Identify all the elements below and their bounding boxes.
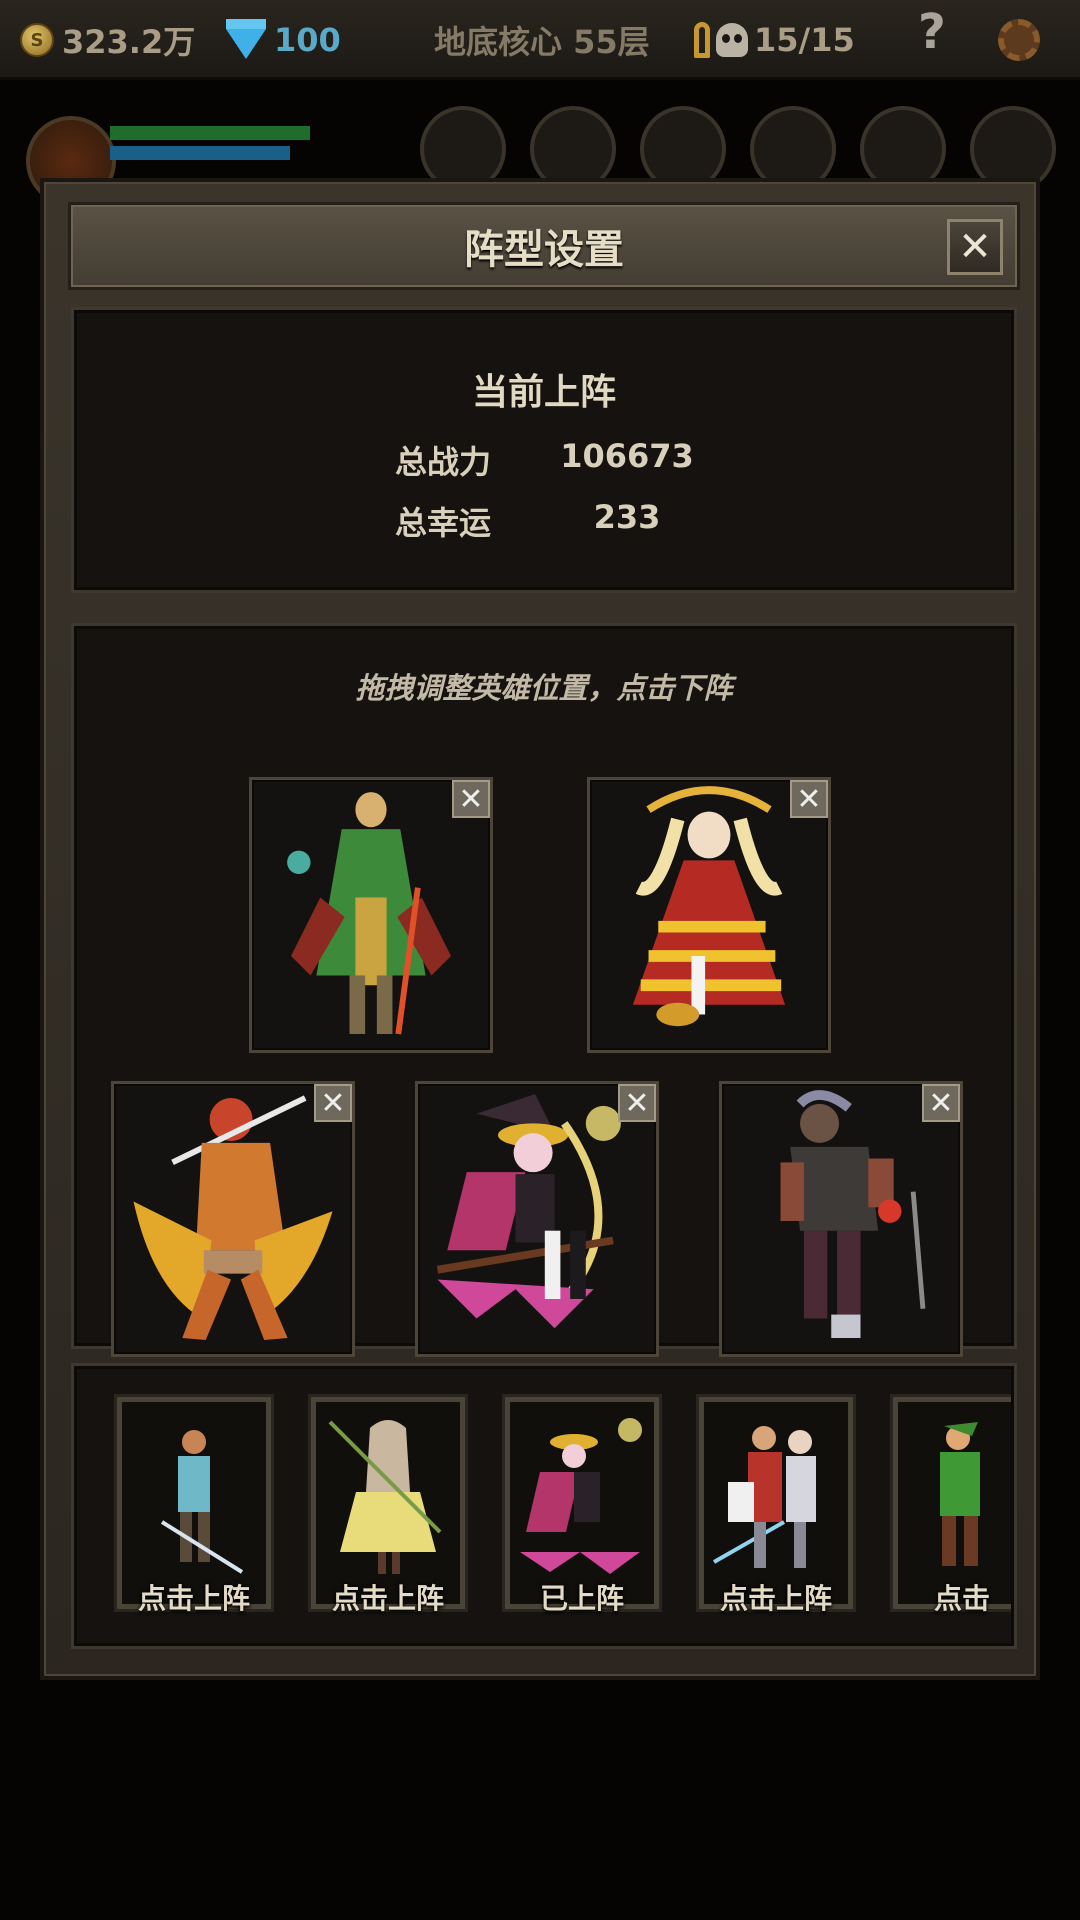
- witch-on-broom-portrait: [520, 1418, 642, 1574]
- keys-counter: 15/15: [694, 18, 855, 62]
- green-robed-swordsman-portrait: [287, 792, 451, 1035]
- roster-label-2[interactable]: 点击上阵: [303, 1577, 473, 1617]
- gem-counter: 100: [226, 18, 341, 62]
- dialog-title: 阵型设置: [464, 227, 624, 273]
- remove-hero-button[interactable]: ✕: [922, 1084, 960, 1122]
- roster-label-5[interactable]: 点击: [877, 1577, 1011, 1617]
- drag-hint: 拖拽调整英雄位置，点击下阵: [355, 671, 733, 705]
- twin-knights-portrait: [713, 1426, 816, 1568]
- formation-slot-3[interactable]: ✕: [111, 1081, 355, 1357]
- remove-hero-button[interactable]: ✕: [790, 780, 828, 818]
- gold-counter: S 323.2万: [20, 18, 195, 62]
- key-icon: [694, 22, 710, 58]
- formation-area: 拖拽调整英雄位置，点击下阵 ✕ ✕ ✕ ✕ ✕: [74, 626, 1014, 1357]
- dark-rogue-portrait: [780, 1090, 926, 1338]
- red-gold-princess-portrait: [632, 786, 786, 1027]
- dungeon-floor-label: 地底核心 55层: [434, 23, 650, 61]
- mp-bar: [110, 146, 290, 160]
- lineup-summary: 当前上阵 总战力 106673 总幸运 233: [74, 310, 1014, 590]
- settings-button[interactable]: [998, 18, 1040, 62]
- green-archer-portrait: [940, 1422, 980, 1566]
- diamond-icon: [226, 19, 266, 59]
- help-button[interactable]: ?: [918, 4, 946, 60]
- blue-swordsman-portrait: [160, 1430, 244, 1574]
- remove-hero-button[interactable]: ✕: [452, 780, 490, 818]
- hp-bar: [110, 126, 310, 140]
- total-power-value: 106673: [560, 437, 694, 475]
- flame-barbarian-portrait: [133, 1095, 333, 1340]
- formation-slot-1[interactable]: ✕: [249, 777, 493, 1053]
- staff-priestess-portrait: [328, 1420, 442, 1574]
- total-luck-label: 总幸运: [395, 504, 492, 542]
- background-hud: [0, 96, 1080, 206]
- roster-scroll-area[interactable]: 点击上阵 点击上阵 已上阵 点击上阵 点击: [77, 1369, 1011, 1643]
- top-status-bar: S 323.2万 100 地底核心 55层 15/15 ?: [0, 0, 1080, 80]
- remove-hero-button[interactable]: ✕: [618, 1084, 656, 1122]
- current-lineup-title: 当前上阵: [471, 372, 616, 413]
- gem-amount: 100: [274, 21, 341, 59]
- gear-icon: [998, 19, 1040, 61]
- formation-slot-5[interactable]: ✕: [719, 1081, 963, 1357]
- keys-amount: 15/15: [754, 21, 855, 59]
- gold-amount: 323.2万: [62, 23, 196, 61]
- formation-slot-4[interactable]: ✕: [415, 1081, 659, 1357]
- roster-label-3: 已上阵: [539, 1582, 624, 1615]
- formation-dialog: 阵型设置 ✕ 当前上阵 总战力 106673 总幸运 233 拖拽调整英雄位置，…: [40, 178, 1040, 1680]
- total-luck-value: 233: [593, 498, 661, 536]
- hero-roster[interactable]: 点击上阵 点击上阵 已上阵 点击上阵 点击: [74, 1366, 1014, 1646]
- total-power-label: 总战力: [395, 443, 492, 481]
- gold-coin-icon: S: [20, 23, 54, 57]
- dialog-titlebar: 阵型设置 ✕: [68, 202, 1020, 290]
- close-button[interactable]: ✕: [947, 219, 1003, 275]
- formation-slot-2[interactable]: ✕: [587, 777, 831, 1053]
- witch-on-broom-portrait: [436, 1094, 621, 1329]
- remove-hero-button[interactable]: ✕: [314, 1084, 352, 1122]
- roster-label-1[interactable]: 点击上阵: [109, 1577, 279, 1617]
- skull-icon: [716, 23, 748, 57]
- roster-label-4[interactable]: 点击上阵: [691, 1577, 861, 1617]
